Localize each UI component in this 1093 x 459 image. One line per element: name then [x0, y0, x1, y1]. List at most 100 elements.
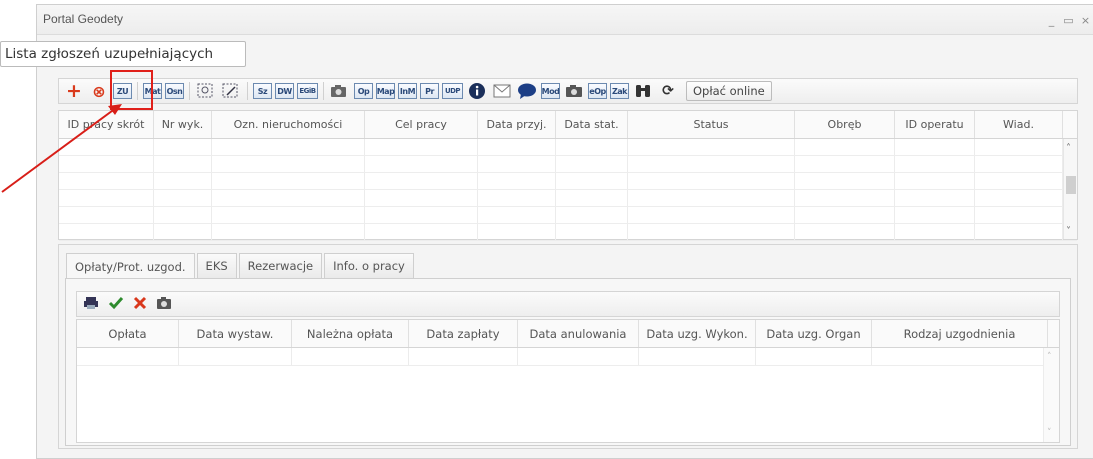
- table-cell[interactable]: [59, 207, 154, 223]
- table-cell[interactable]: [478, 173, 556, 189]
- tab-oplaty[interactable]: Opłaty/Prot. uzgod.: [66, 253, 195, 279]
- tab-eks[interactable]: EKS: [196, 253, 237, 278]
- table-row[interactable]: [59, 224, 1077, 241]
- table-cell[interactable]: [59, 190, 154, 206]
- scroll-thumb[interactable]: [1066, 176, 1076, 194]
- magic-wand-icon[interactable]: [220, 81, 242, 101]
- col-header[interactable]: ID pracy skrót: [59, 111, 154, 138]
- refresh-icon[interactable]: ⟳: [657, 81, 679, 101]
- table-cell[interactable]: [59, 139, 154, 155]
- table-cell[interactable]: [154, 207, 212, 223]
- col-header[interactable]: Opłata: [77, 320, 179, 347]
- table-cell[interactable]: [975, 139, 1063, 155]
- table-cell[interactable]: [556, 224, 628, 240]
- binoculars-icon[interactable]: [632, 81, 654, 101]
- table-cell[interactable]: [154, 224, 212, 240]
- col-header[interactable]: Obręb: [795, 111, 895, 138]
- table-cell[interactable]: [556, 156, 628, 172]
- table-cell[interactable]: [212, 190, 365, 206]
- vertical-scrollbar[interactable]: ˄ ˅: [1063, 139, 1077, 239]
- col-header[interactable]: Data uzg. Wykon.: [639, 320, 756, 347]
- col-header[interactable]: Ozn. nieruchomości: [212, 111, 365, 138]
- table-cell[interactable]: [59, 224, 154, 240]
- table-cell[interactable]: [975, 190, 1063, 206]
- maximize-icon[interactable]: ▭: [1063, 14, 1074, 27]
- col-header[interactable]: Należna opłata: [292, 320, 409, 347]
- table-cell[interactable]: [628, 156, 795, 172]
- tab-info[interactable]: Info. o pracy: [324, 253, 414, 278]
- scroll-up-icon[interactable]: ˄: [1066, 143, 1071, 154]
- table-cell[interactable]: [628, 139, 795, 155]
- tab-rezerwacje[interactable]: Rezerwacje: [238, 253, 323, 278]
- chat-icon[interactable]: [516, 81, 538, 101]
- table-cell[interactable]: [478, 156, 556, 172]
- table-cell[interactable]: [365, 190, 478, 206]
- sz-button[interactable]: Sz: [253, 83, 272, 99]
- table-cell[interactable]: [895, 224, 975, 240]
- table-cell[interactable]: [795, 139, 895, 155]
- mail-icon[interactable]: [491, 81, 513, 101]
- table-row[interactable]: [77, 348, 1059, 366]
- table-cell[interactable]: [556, 207, 628, 223]
- table-cell[interactable]: [478, 139, 556, 155]
- col-header[interactable]: Data uzg. Organ: [756, 320, 872, 347]
- table-cell[interactable]: [212, 139, 365, 155]
- eop-button[interactable]: eOp: [588, 83, 607, 99]
- table-cell[interactable]: [556, 190, 628, 206]
- table-cell[interactable]: [478, 207, 556, 223]
- table-cell[interactable]: [154, 139, 212, 155]
- table-cell[interactable]: [59, 173, 154, 189]
- table-cell[interactable]: [795, 224, 895, 240]
- table-cell[interactable]: [212, 173, 365, 189]
- table-cell[interactable]: [154, 190, 212, 206]
- table-cell[interactable]: [365, 156, 478, 172]
- col-header[interactable]: Data przyj.: [478, 111, 556, 138]
- col-header[interactable]: Data anulowania: [518, 320, 639, 347]
- map-button[interactable]: Map: [376, 83, 395, 99]
- table-row[interactable]: [59, 139, 1077, 156]
- table-cell[interactable]: [975, 224, 1063, 240]
- table-cell[interactable]: [556, 173, 628, 189]
- add-icon[interactable]: +: [63, 80, 85, 102]
- table-cell[interactable]: [478, 224, 556, 240]
- print-icon[interactable]: [83, 296, 99, 313]
- camera-icon[interactable]: [329, 81, 351, 101]
- col-header[interactable]: Rodzaj uzgodnienia: [872, 320, 1048, 347]
- table-cell[interactable]: [628, 190, 795, 206]
- table-cell[interactable]: [365, 224, 478, 240]
- table-cell[interactable]: [154, 156, 212, 172]
- scroll-up-icon[interactable]: ˄: [1047, 352, 1052, 362]
- col-header[interactable]: Status: [628, 111, 795, 138]
- osn-button[interactable]: Osn: [165, 83, 184, 99]
- egib-button[interactable]: EGiB: [297, 83, 318, 99]
- table-cell[interactable]: [895, 190, 975, 206]
- col-header[interactable]: ID operatu: [895, 111, 975, 138]
- table-row[interactable]: [59, 156, 1077, 173]
- col-header[interactable]: Nr wyk.: [154, 111, 212, 138]
- table-cell[interactable]: [365, 207, 478, 223]
- info-icon[interactable]: [466, 81, 488, 101]
- table-cell[interactable]: [975, 173, 1063, 189]
- table-cell[interactable]: [795, 190, 895, 206]
- vertical-scrollbar[interactable]: ˄ ˅: [1043, 348, 1059, 442]
- table-cell[interactable]: [975, 156, 1063, 172]
- col-header[interactable]: Cel pracy: [365, 111, 478, 138]
- pay-online-button[interactable]: Opłać online: [686, 81, 772, 101]
- op-button[interactable]: Op: [354, 83, 373, 99]
- table-cell[interactable]: [628, 224, 795, 240]
- zak-button[interactable]: Zak: [610, 83, 629, 99]
- check-icon[interactable]: [108, 296, 124, 313]
- table-row[interactable]: [59, 190, 1077, 207]
- table-cell[interactable]: [975, 207, 1063, 223]
- col-header[interactable]: Data zapłaty: [409, 320, 518, 347]
- delete-icon[interactable]: [133, 296, 147, 313]
- pr-button[interactable]: Pr: [420, 83, 439, 99]
- mod-button[interactable]: Mod: [541, 83, 560, 99]
- table-cell[interactable]: [212, 224, 365, 240]
- table-cell[interactable]: [795, 207, 895, 223]
- table-cell[interactable]: [478, 190, 556, 206]
- camera-icon[interactable]: [156, 296, 172, 313]
- table-cell[interactable]: [212, 207, 365, 223]
- table-cell[interactable]: [59, 156, 154, 172]
- udp-button[interactable]: UDP: [442, 83, 463, 99]
